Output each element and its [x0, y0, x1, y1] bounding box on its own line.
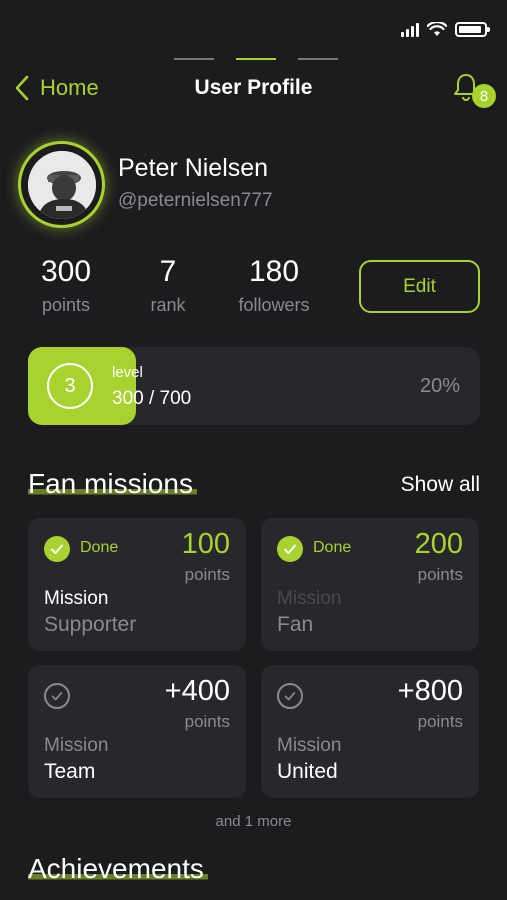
- page-title: User Profile: [194, 76, 313, 99]
- page-dot: [174, 58, 214, 60]
- notification-badge: 8: [472, 84, 496, 108]
- mission-points: +400: [164, 675, 230, 707]
- level-percent: 20%: [419, 375, 460, 397]
- mission-name: United: [277, 760, 338, 783]
- mission-points: 100: [181, 528, 230, 560]
- avatar-photo: [27, 150, 96, 219]
- mission-card[interactable]: Done 100 points Mission Supporter: [28, 518, 246, 651]
- stat-rank: 7 rank: [140, 255, 196, 316]
- page-dot: [298, 58, 338, 60]
- and-more-link[interactable]: and 1 more: [0, 813, 507, 830]
- stat-points: 300 points: [38, 255, 94, 316]
- stat-label: points: [41, 295, 91, 315]
- mission-points: 200: [414, 528, 463, 560]
- mission-points-unit: points: [184, 565, 230, 584]
- mission-points: +800: [397, 675, 463, 707]
- stat-followers[interactable]: 180 followers: [232, 255, 316, 316]
- mission-label: Mission: [277, 735, 342, 756]
- mission-status: Done: [80, 539, 119, 556]
- edit-profile-button[interactable]: Edit: [359, 260, 480, 313]
- stat-label: rank: [150, 295, 186, 315]
- status-bar: [0, 0, 507, 50]
- stat-value: 300: [40, 255, 92, 288]
- mission-card[interactable]: +400 points Mission Team: [28, 665, 246, 798]
- user-name: Peter Nielsen: [118, 154, 269, 182]
- battery-icon: [455, 22, 490, 37]
- wifi-icon: [427, 22, 447, 36]
- avatar: [27, 150, 96, 219]
- check-circle-icon: [44, 536, 70, 562]
- check-circle-icon: [277, 536, 303, 562]
- mission-card[interactable]: +800 points Mission United: [261, 665, 479, 798]
- nav-bar: Home User Profile: [0, 70, 507, 110]
- mission-status: Done: [313, 539, 352, 556]
- show-all-link[interactable]: Show all: [401, 473, 480, 497]
- check-circle-outline-icon: [44, 683, 70, 709]
- avatar-ring[interactable]: [18, 141, 105, 228]
- mission-card[interactable]: Done 200 points Mission Fan: [261, 518, 479, 651]
- user-handle: @peternielsen777: [118, 190, 273, 211]
- signal-icon: [401, 22, 419, 37]
- mission-label: Mission: [277, 588, 342, 609]
- level-progress-text: 300 / 700: [112, 388, 192, 409]
- page-dot-active: [236, 58, 276, 60]
- section-title-fan-missions: Fan missions: [28, 468, 197, 500]
- mission-points-unit: points: [417, 712, 463, 731]
- mission-label: Mission: [44, 735, 109, 756]
- mission-label: Mission: [44, 588, 109, 609]
- mission-name: Fan: [277, 613, 314, 636]
- mission-name: Team: [44, 760, 96, 783]
- mission-points-unit: points: [184, 712, 230, 731]
- status-icons: [401, 22, 490, 37]
- mission-name: Supporter: [44, 613, 137, 636]
- page-indicator: [174, 58, 338, 60]
- stat-value: 180: [248, 255, 300, 288]
- mission-points-unit: points: [417, 565, 463, 584]
- level-label: level: [112, 364, 143, 381]
- stat-value: 7: [159, 255, 177, 288]
- section-title-achievements: Achievements: [28, 853, 208, 885]
- check-circle-outline-icon: [277, 683, 303, 709]
- stat-label: followers: [238, 295, 310, 315]
- level-number: 3: [47, 363, 93, 409]
